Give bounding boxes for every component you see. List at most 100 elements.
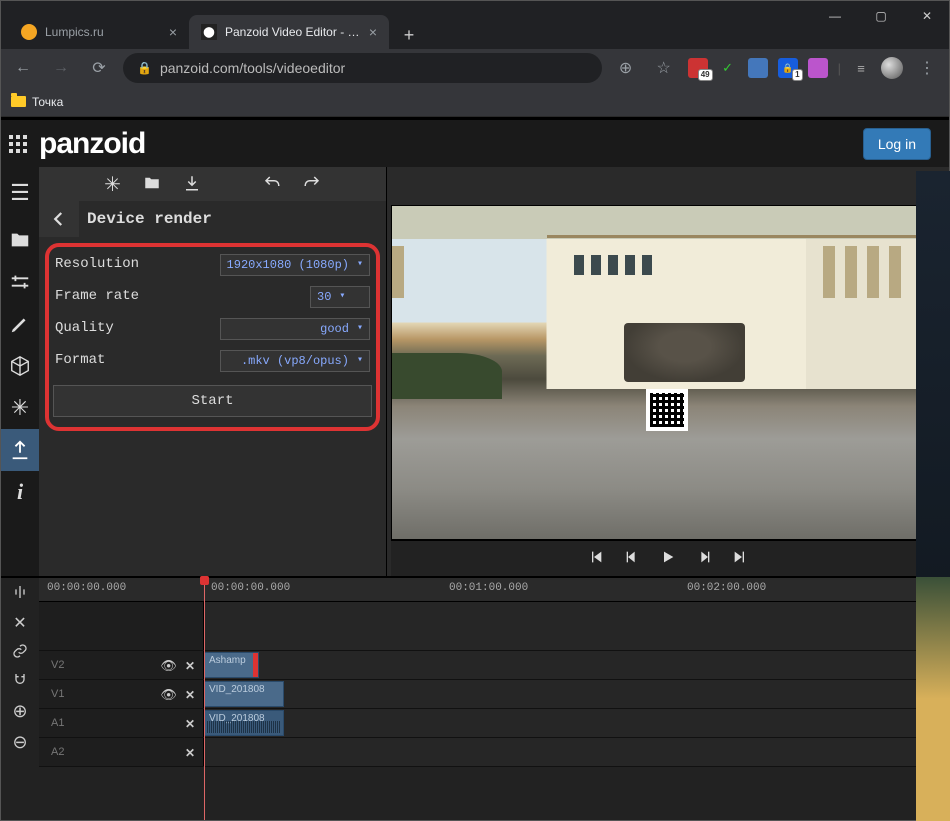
track-label: A1 [51,717,64,729]
setting-label: Quality [55,319,114,339]
tool-download-icon[interactable] [183,174,201,195]
tl-delete-icon[interactable]: ✕ [13,613,26,633]
ext-badge: 1 [792,69,802,81]
address-bar: ← → ⟳ 🔒 panzoid.com/tools/videoeditor ⊕ … [1,49,949,87]
eye-icon[interactable] [160,657,177,674]
star-icon[interactable]: ☆ [650,54,678,82]
mute-icon[interactable] [185,686,195,703]
reading-list-icon[interactable]: ≡ [851,58,871,78]
step-fwd-icon[interactable] [696,549,712,568]
ext-checkmark-icon[interactable]: ✓ [718,58,738,78]
rail-pencil-icon[interactable] [1,303,39,345]
left-panel: ✳ Device render Resolution 1920x1080 (10… [39,167,387,576]
brand[interactable]: panzoid [9,129,145,159]
tl-snap-icon[interactable] [12,584,28,603]
url-field[interactable]: 🔒 panzoid.com/tools/videoeditor [123,53,602,83]
select-value: 1920x1080 (1080p) [227,259,349,271]
window-maximize[interactable]: ▢ [858,0,904,32]
track-label: V2 [51,659,64,671]
tool-undo-icon[interactable] [263,174,281,195]
select-value: good [320,323,349,335]
clip-vid-a1[interactable]: VID_201808 [204,710,284,736]
rail-folder-icon[interactable] [1,219,39,261]
track-body-v2[interactable]: Ashamp [204,651,949,679]
resolution-select[interactable]: 1920x1080 (1080p)▾ [220,254,370,276]
app-header: panzoid Log in [1,117,949,167]
format-select[interactable]: .mkv (vp8/opus)▾ [220,350,370,372]
rail-info-icon[interactable]: i [1,471,39,513]
skip-end-icon[interactable] [732,549,748,568]
tl-magnet-icon[interactable] [12,672,28,691]
track-body-a1[interactable]: VID_201808 [204,709,949,737]
folder-icon [11,96,26,107]
ext-rutracker-icon[interactable]: 49 [688,58,708,78]
playhead[interactable] [204,578,205,820]
rail-export-icon[interactable] [1,429,39,471]
eye-icon[interactable] [160,686,177,703]
select-value: 30 [317,291,331,303]
rail-sliders-icon[interactable] [1,261,39,303]
rail-sparkle-icon[interactable]: ✳ [1,387,39,429]
back-button[interactable]: ← [9,54,37,82]
ext-ublock-icon[interactable] [748,58,768,78]
close-icon[interactable]: × [369,24,377,40]
tl-link-icon[interactable] [12,643,28,662]
track-head-v2[interactable]: V2 [39,651,204,679]
panel-title-row: Device render [39,201,386,237]
new-tab-button[interactable]: + [395,21,423,49]
tl-zoom-out-icon[interactable]: ⊖ [12,732,27,753]
bookmark-label: Точка [32,95,63,109]
quality-select[interactable]: good▾ [220,318,370,340]
window-minimize[interactable]: — [812,0,858,32]
close-icon[interactable]: × [169,24,177,40]
render-settings-highlight: Resolution 1920x1080 (1080p)▾ Frame rate… [45,243,380,431]
tl-zoom-in-icon[interactable]: ⊕ [12,701,27,722]
ext-bitwarden-icon[interactable]: 🔒 1 [778,58,798,78]
menu-icon[interactable]: ⋮ [913,54,941,82]
track-body-a2[interactable] [204,738,949,766]
url-text: panzoid.com/tools/videoeditor [160,60,345,76]
ext-badge: 49 [698,69,713,81]
login-button[interactable]: Log in [863,128,931,160]
track-head-a2[interactable]: A2 [39,738,204,766]
clip-vid-v1[interactable]: VID_201808 [204,681,284,707]
play-icon[interactable] [660,549,676,568]
setting-format: Format .mkv (vp8/opus)▾ [53,349,372,373]
playback-controls [391,540,945,576]
ext-purple-icon[interactable] [808,58,828,78]
step-back-icon[interactable] [624,549,640,568]
rail-menu-icon[interactable]: ☰ [1,167,39,219]
lock-icon: 🔒 [137,61,152,75]
track-head-v1[interactable]: V1 [39,680,204,708]
profile-avatar[interactable] [881,57,903,79]
bookmark-tochka[interactable]: Точка [11,95,63,109]
tool-redo-icon[interactable] [303,174,321,195]
panzoid-app: panzoid Log in ☰ ✳ i ✳ [1,117,949,820]
apps-grid-icon [9,135,27,153]
start-button[interactable]: Start [53,385,372,417]
framerate-select[interactable]: 30▾ [310,286,370,308]
tab-panzoid[interactable]: ⬤ Panzoid Video Editor - Edit Vide × [189,15,389,49]
rail-cube-icon[interactable] [1,345,39,387]
panel-title: Device render [87,211,212,227]
scroll-strip-timeline[interactable] [916,577,950,821]
panel-back-button[interactable] [39,201,79,237]
ruler-mark: 00:02:00.000 [687,582,766,594]
tool-open-icon[interactable] [143,174,161,195]
window-close[interactable]: ✕ [904,0,950,32]
reload-button[interactable]: ⟳ [85,54,113,82]
mute-icon[interactable] [185,744,195,760]
tab-lumpics[interactable]: Lumpics.ru × [9,15,189,49]
track-body-v1[interactable]: VID_201808 [204,680,949,708]
install-icon[interactable]: ⊕ [612,54,640,82]
preview-video[interactable] [391,205,945,540]
skip-start-icon[interactable] [588,549,604,568]
timeline-ruler[interactable]: 00:00:00.000 00:00:00.000 00:01:00.000 0… [39,578,949,602]
tool-new-icon[interactable]: ✳ [104,172,121,197]
forward-button[interactable]: → [47,54,75,82]
clip-ashamp[interactable]: Ashamp [204,652,259,678]
mute-icon[interactable] [185,657,195,674]
track-head-a1[interactable]: A1 [39,709,204,737]
select-value: .mkv (vp8/opus) [241,355,349,367]
mute-icon[interactable] [185,715,195,731]
